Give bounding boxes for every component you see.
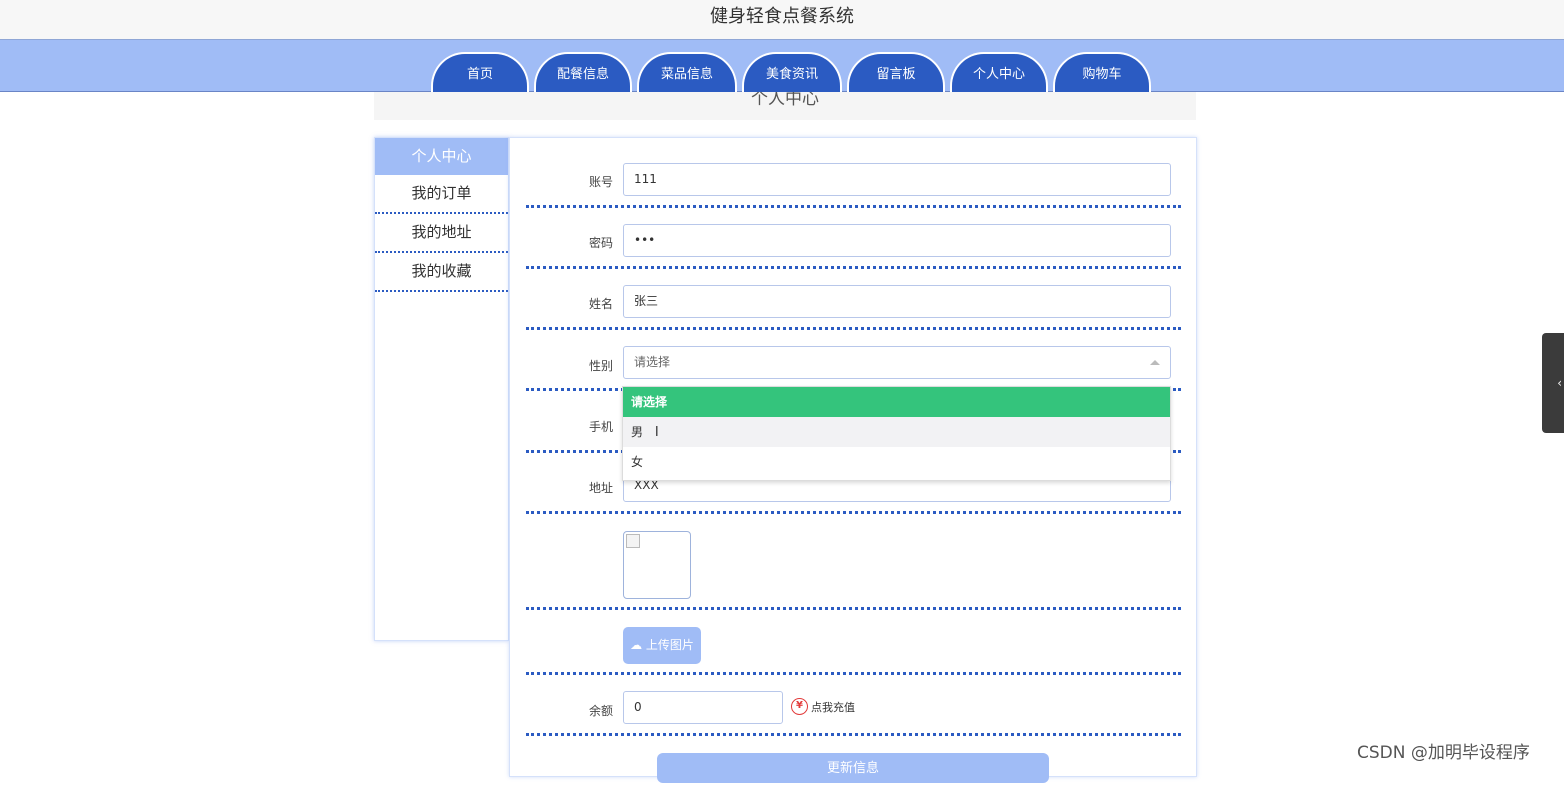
account-input[interactable]: 111 <box>623 163 1171 196</box>
avatar-image <box>623 531 691 599</box>
watermark: CSDN @加明毕设程序 <box>1357 743 1530 763</box>
text-cursor-icon: I <box>654 425 659 440</box>
phone-label: 手机 <box>588 420 613 434</box>
page-title-text: 个人中心 <box>751 92 819 109</box>
chevron-left-icon: ‹ <box>1557 376 1562 390</box>
form-row-password: 密码 ••• <box>526 208 1181 269</box>
yen-icon: ¥ <box>791 698 808 715</box>
gender-select[interactable]: 请选择 <box>623 346 1171 379</box>
address-label: 地址 <box>588 481 613 495</box>
name-label: 姓名 <box>588 297 613 311</box>
gender-select-value: 请选择 <box>634 355 671 369</box>
gender-dropdown: 请选择 男 I 女 <box>622 386 1171 481</box>
form-row-gender: 性别 请选择 <box>526 330 1181 391</box>
floating-side-handle[interactable]: ‹ <box>1542 333 1564 433</box>
name-input[interactable]: 张三 <box>623 285 1171 318</box>
gender-option-female[interactable]: 女 <box>623 447 1170 477</box>
nav-bar: 首页 配餐信息 菜品信息 美食资讯 留言板 个人中心 购物车 <box>0 40 1564 92</box>
gender-option-male-label: 男 <box>631 425 644 439</box>
nav-tabs: 首页 配餐信息 菜品信息 美食资讯 留言板 个人中心 购物车 <box>431 52 1151 92</box>
sidebar: 个人中心 我的订单 我的地址 我的收藏 <box>374 137 509 641</box>
nav-tab-personal-center[interactable]: 个人中心 <box>950 52 1048 92</box>
form-row-account: 账号 111 <box>526 138 1181 208</box>
site-title: 健身轻食点餐系统 <box>710 6 854 27</box>
recharge-link[interactable]: ¥ 点我充值 <box>791 698 855 715</box>
recharge-label: 点我充值 <box>811 700 855 714</box>
balance-label: 余额 <box>588 704 613 718</box>
nav-tab-meal-plans[interactable]: 配餐信息 <box>534 52 632 92</box>
upload-image-button[interactable]: ☁ 上传图片 <box>623 627 701 664</box>
form-row-name: 姓名 张三 <box>526 269 1181 330</box>
upload-image-label: 上传图片 <box>645 638 694 652</box>
nav-tab-message-board[interactable]: 留言板 <box>847 52 945 92</box>
password-label: 密码 <box>588 236 613 250</box>
gender-option-male[interactable]: 男 I <box>623 417 1170 447</box>
gender-label: 性别 <box>588 359 613 373</box>
balance-input[interactable]: 0 <box>623 691 783 724</box>
app-header: 健身轻食点餐系统 <box>0 0 1564 40</box>
nav-tab-dishes[interactable]: 菜品信息 <box>637 52 737 92</box>
password-input[interactable]: ••• <box>623 224 1171 257</box>
sidebar-item-my-favorites[interactable]: 我的收藏 <box>375 253 508 292</box>
update-info-label: 更新信息 <box>826 761 879 776</box>
caret-up-icon <box>1150 360 1160 365</box>
cloud-upload-icon: ☁ <box>630 638 643 652</box>
sidebar-item-personal-center[interactable]: 个人中心 <box>375 138 508 175</box>
sidebar-item-my-addresses[interactable]: 我的地址 <box>375 214 508 253</box>
nav-tab-food-news[interactable]: 美食资讯 <box>742 52 842 92</box>
broken-image-icon <box>626 534 640 548</box>
account-label: 账号 <box>588 175 613 189</box>
gender-option-placeholder[interactable]: 请选择 <box>623 387 1170 417</box>
update-info-button[interactable]: 更新信息 <box>657 753 1049 783</box>
nav-tab-home[interactable]: 首页 <box>431 52 529 92</box>
nav-tab-cart[interactable]: 购物车 <box>1053 52 1151 92</box>
page-title: 个人中心 <box>374 92 1196 120</box>
sidebar-item-my-orders[interactable]: 我的订单 <box>375 175 508 214</box>
